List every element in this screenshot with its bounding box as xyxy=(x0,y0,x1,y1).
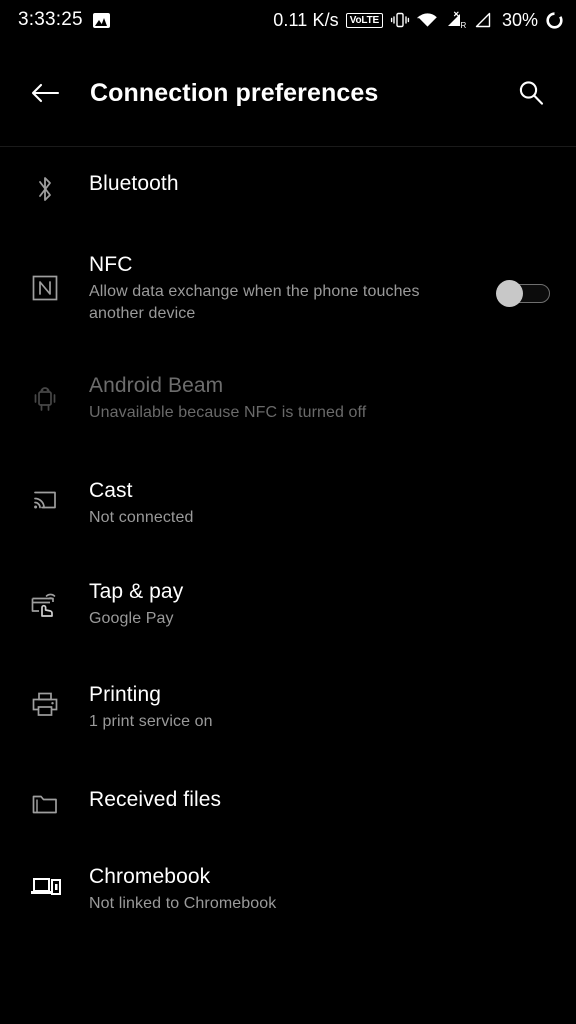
back-arrow-icon xyxy=(31,83,60,103)
folder-icon xyxy=(0,787,89,819)
list-item-subtitle: Allow data exchange when the phone touch… xyxy=(89,283,420,322)
list-item-title: Tap & pay xyxy=(89,580,184,603)
list-item-cast[interactable]: Cast Not connected xyxy=(0,478,576,538)
network-speed-text: 0.11 K/s xyxy=(273,9,339,30)
volte-icon: VoLTE xyxy=(345,12,383,28)
android-beam-icon xyxy=(0,373,89,417)
list-item-text: Chromebook Not linked to Chromebook xyxy=(89,864,552,915)
cast-icon xyxy=(0,478,89,514)
wifi-icon xyxy=(417,12,437,27)
list-item-text: Tap & pay Google Pay xyxy=(89,579,552,630)
list-item-subtitle: Not linked to Chromebook xyxy=(89,895,277,912)
status-bar-left: 3:33:25 xyxy=(18,9,110,31)
list-item-subtitle: Unavailable because NFC is turned off xyxy=(89,404,367,421)
status-bar-right: 0.11 K/s VoLTE R 30% xyxy=(273,10,564,31)
back-button[interactable] xyxy=(20,68,70,118)
list-item-subtitle: Google Pay xyxy=(89,610,174,627)
list-item-title: Received files xyxy=(89,788,222,811)
list-item-text: Bluetooth xyxy=(89,171,552,197)
svg-text:R: R xyxy=(460,21,466,29)
list-item-text: Received files xyxy=(89,787,552,813)
list-item-title: Chromebook xyxy=(89,865,211,888)
chromebook-icon xyxy=(0,864,89,900)
list-item-chromebook[interactable]: Chromebook Not linked to Chromebook xyxy=(0,864,576,924)
search-icon xyxy=(519,81,544,105)
list-item-title: Cast xyxy=(89,479,133,502)
settings-screen: 3:33:25 0.11 K/s VoLTE R 30% Connection … xyxy=(0,0,576,1024)
status-bar-clock: 3:33:25 xyxy=(18,9,83,30)
list-item-bluetooth[interactable]: Bluetooth xyxy=(0,171,576,231)
vibrate-icon xyxy=(390,12,410,28)
list-item-text: NFC Allow data exchange when the phone t… xyxy=(89,252,552,325)
list-item-nfc[interactable]: NFC Allow data exchange when the phone t… xyxy=(0,252,576,325)
image-icon xyxy=(92,12,110,28)
battery-percent-text: 30% xyxy=(501,9,538,30)
list-item-text: Android Beam Unavailable because NFC is … xyxy=(89,373,552,424)
list-item-title: NFC xyxy=(89,253,133,276)
list-item-received-files[interactable]: Received files xyxy=(0,787,576,847)
list-item-text: Printing 1 print service on xyxy=(89,682,552,733)
list-item-android-beam: Android Beam Unavailable because NFC is … xyxy=(0,373,576,433)
tap-and-pay-icon xyxy=(0,579,89,620)
signal-icon xyxy=(475,12,491,27)
search-button[interactable] xyxy=(508,70,554,116)
nfc-toggle-switch[interactable] xyxy=(496,280,550,307)
page-title: Connection preferences xyxy=(90,78,379,107)
bluetooth-icon xyxy=(0,171,89,205)
list-item-printing[interactable]: Printing 1 print service on xyxy=(0,682,576,742)
list-item-title: Printing xyxy=(89,683,162,706)
list-item-tap-and-pay[interactable]: Tap & pay Google Pay xyxy=(0,579,576,639)
app-bar: Connection preferences xyxy=(0,40,576,146)
list-item-title: Android Beam xyxy=(89,374,224,397)
signal-no-data-roaming-icon: R xyxy=(447,11,466,29)
app-bar-divider xyxy=(0,146,576,147)
list-item-title: Bluetooth xyxy=(89,172,179,195)
switch-knob xyxy=(496,280,523,307)
status-bar: 3:33:25 0.11 K/s VoLTE R 30% xyxy=(0,0,576,40)
printer-icon xyxy=(0,682,89,721)
list-item-subtitle: Not connected xyxy=(89,509,194,526)
list-item-subtitle: 1 print service on xyxy=(89,713,213,730)
nfc-icon xyxy=(0,252,89,304)
list-item-text: Cast Not connected xyxy=(89,478,552,529)
battery-circle-icon xyxy=(546,11,563,29)
